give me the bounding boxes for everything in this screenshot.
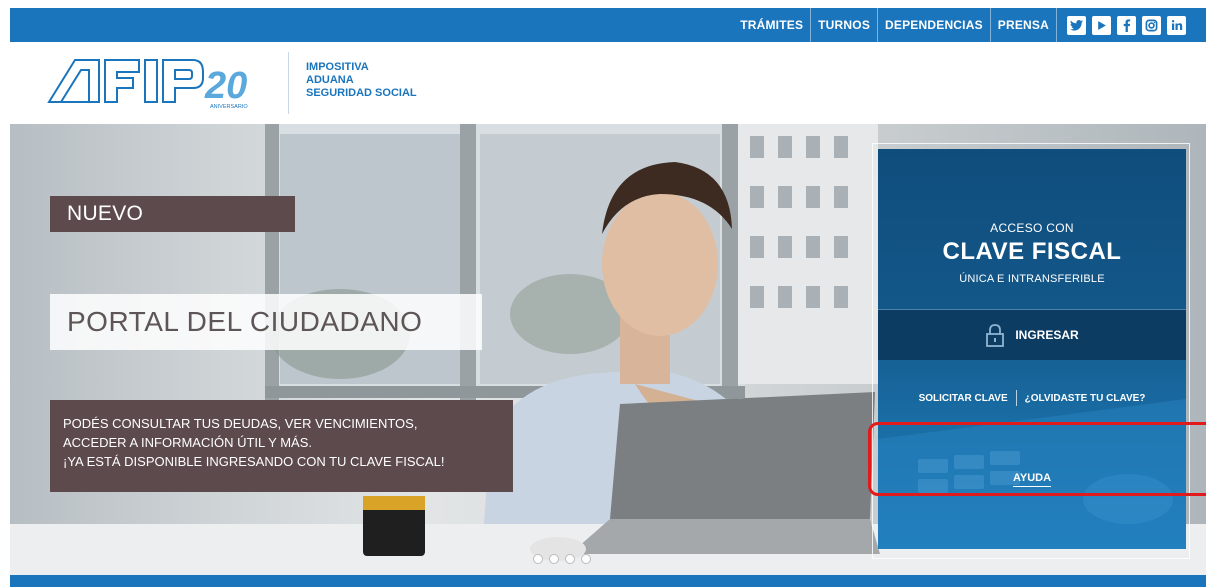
tagline-impositiva: IMPOSITIVA [306, 61, 369, 73]
banner-info: PODÉS CONSULTAR TUS DEUDAS, VER VENCIMIE… [50, 400, 513, 492]
carousel-dot[interactable] [565, 554, 575, 564]
instagram-icon[interactable] [1142, 15, 1161, 35]
youtube-icon[interactable] [1092, 15, 1111, 35]
nav-link-dependencias[interactable]: DEPENDENCIAS [878, 8, 991, 42]
banner-nuevo: NUEVO [50, 196, 295, 232]
nav-link-turnos[interactable]: TURNOS [811, 8, 879, 42]
carousel-dot[interactable] [581, 554, 591, 564]
carousel-dot[interactable] [549, 554, 559, 564]
top-nav-bar: TRÁMITES TURNOS DEPENDENCIAS PRENSA [10, 8, 1206, 42]
tagline-aduana: ADUANA [306, 74, 354, 86]
olvidaste-clave-link[interactable]: ¿OLVIDASTE TU CLAVE? [1025, 393, 1146, 404]
bottom-bar [10, 575, 1206, 587]
nav-link-prensa[interactable]: PRENSA [991, 8, 1057, 42]
logo-divider [288, 52, 289, 114]
banner-portal-ciudadano: PORTAL DEL CIUDADANO [50, 294, 482, 350]
login-links: SOLICITAR CLAVE ¿OLVIDASTE TU CLAVE? [878, 390, 1186, 406]
logo-badge-text: ANIVERSARIO [210, 104, 248, 110]
tagline-seguridad-social: SEGURIDAD SOCIAL [306, 87, 417, 99]
logo-badge-number: 20 [204, 65, 247, 107]
ingresar-label: INGRESAR [1015, 328, 1079, 342]
linkedin-icon[interactable] [1167, 15, 1186, 35]
banner-info-line: ACCEDER A INFORMACIÓN ÚTIL Y MÁS. [63, 435, 312, 450]
banner-info-line: PODÉS CONSULTAR TUS DEUDAS, VER VENCIMIE… [63, 416, 418, 431]
lock-icon [986, 324, 1005, 347]
solicitar-clave-link[interactable]: SOLICITAR CLAVE [919, 393, 1008, 404]
afip-logo[interactable]: 20 ANIVERSARIO [47, 54, 277, 112]
facebook-icon[interactable] [1117, 15, 1136, 35]
twitter-icon[interactable] [1067, 15, 1086, 35]
social-links [1057, 15, 1186, 35]
banner-info-line: ¡YA ESTÁ DISPONIBLE INGRESANDO CON TU CL… [63, 454, 445, 469]
site-header: 20 ANIVERSARIO IMPOSITIVA ADUANA SEGURID… [10, 42, 1206, 124]
login-title-acceso: ACCESO CON [990, 221, 1074, 235]
top-nav: TRÁMITES TURNOS DEPENDENCIAS PRENSA [733, 8, 1186, 42]
carousel-dot[interactable] [533, 554, 543, 564]
login-subtitle: ÚNICA E INTRANSFERIBLE [959, 273, 1105, 285]
tagline: IMPOSITIVA ADUANA SEGURIDAD SOCIAL [306, 61, 417, 100]
nav-link-tramites[interactable]: TRÁMITES [733, 8, 812, 42]
carousel-dots [533, 554, 591, 564]
highlight-rectangle [868, 422, 1206, 496]
link-separator [1015, 390, 1017, 406]
ingresar-button[interactable]: INGRESAR [878, 310, 1186, 360]
login-title-clave-fiscal: CLAVE FISCAL [942, 238, 1122, 265]
page-frame: TRÁMITES TURNOS DEPENDENCIAS PRENSA 20 A… [10, 8, 1206, 587]
hero-slider: NUEVO PORTAL DEL CIUDADANO PODÉS CONSULT… [10, 124, 1206, 575]
